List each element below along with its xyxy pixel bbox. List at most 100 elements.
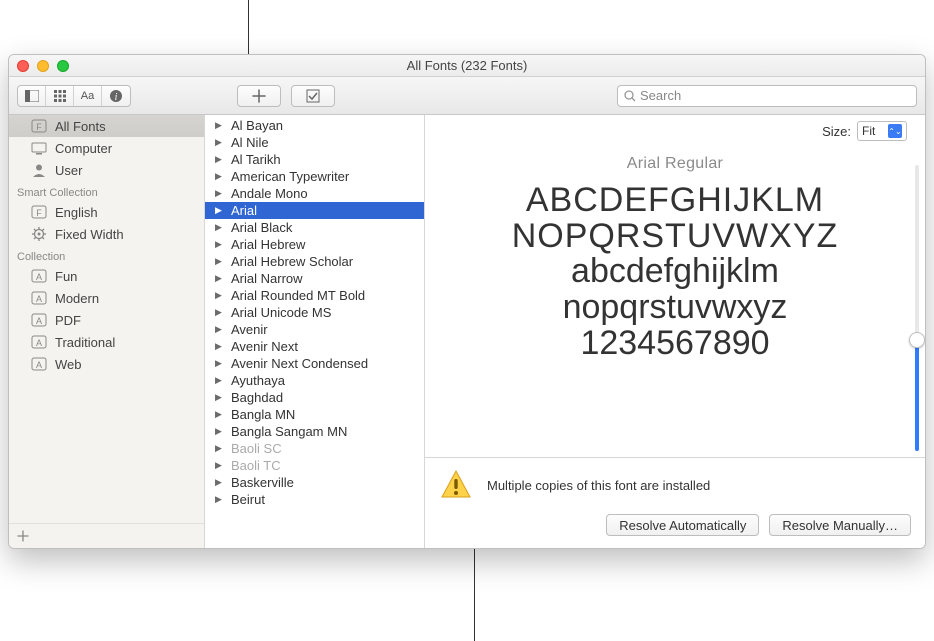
size-slider[interactable] bbox=[915, 165, 919, 451]
sidebar-item-pdf[interactable]: APDF bbox=[9, 309, 204, 331]
font-list-row[interactable]: ▶ Bangla Sangam MN bbox=[205, 423, 424, 440]
sidebar-item-traditional[interactable]: A Traditional bbox=[9, 331, 204, 353]
search-placeholder: Search bbox=[640, 88, 681, 103]
font-list-row[interactable]: ▶Arial Hebrew bbox=[205, 236, 424, 253]
font-list-row[interactable]: ▶ Ayuthaya bbox=[205, 372, 424, 389]
font-list-row[interactable]: ▶Arial Narrow bbox=[205, 270, 424, 287]
font-list-row[interactable]: ▶Arial Black bbox=[205, 219, 424, 236]
svg-text:A: A bbox=[36, 294, 42, 304]
resolve-automatically-button[interactable]: Resolve Automatically bbox=[606, 514, 759, 536]
font-list[interactable]: ▶ Al Bayan▶Al Nile▶Al Tarikh▶American Typ… bbox=[205, 115, 425, 548]
add-fonts-button[interactable] bbox=[237, 85, 281, 107]
font-family-name: Avenir Next Condensed bbox=[231, 356, 368, 371]
sidebar-item-label: Computer bbox=[55, 141, 112, 156]
disclosure-triangle-icon[interactable]: ▶ bbox=[215, 477, 225, 488]
disclosure-triangle-icon[interactable]: ▶ bbox=[215, 358, 225, 369]
sidebar-item-fixed-width[interactable]: Fixed Width bbox=[9, 223, 204, 245]
disclosure-triangle-icon[interactable]: ▶ bbox=[215, 443, 225, 454]
disclosure-triangle-icon[interactable]: ▶ bbox=[215, 171, 225, 182]
traffic-lights bbox=[17, 60, 69, 72]
disclosure-triangle-icon[interactable]: ▶ bbox=[215, 137, 225, 148]
disclosure-triangle-icon[interactable]: ▶ bbox=[215, 324, 225, 335]
font-list-row[interactable]: ▶Beirut bbox=[205, 491, 424, 508]
warning-message: Multiple copies of this font are install… bbox=[487, 478, 710, 493]
minimize-window-button[interactable] bbox=[37, 60, 49, 72]
smart-collection-header: Smart Collection bbox=[9, 181, 204, 201]
size-slider-knob[interactable] bbox=[909, 332, 925, 348]
font-family-name: Arial bbox=[231, 203, 257, 218]
chevron-updown-icon: ⌃⌄ bbox=[888, 124, 902, 138]
font-list-row[interactable]: ▶ Avenir Next Condensed bbox=[205, 355, 424, 372]
disclosure-triangle-icon[interactable]: ▶ bbox=[215, 154, 225, 165]
font-list-row[interactable]: ▶Baoli TC bbox=[205, 457, 424, 474]
disclosure-triangle-icon[interactable]: ▶ bbox=[215, 392, 225, 403]
size-select[interactable]: Fit ⌃⌄ bbox=[857, 121, 907, 141]
sidebar-item-modern[interactable]: AModern bbox=[9, 287, 204, 309]
font-list-row[interactable]: ▶Avenir Next bbox=[205, 338, 424, 355]
computer-icon bbox=[31, 140, 47, 156]
resolve-manually-button[interactable]: Resolve Manually… bbox=[769, 514, 911, 536]
disclosure-triangle-icon[interactable]: ▶ bbox=[215, 120, 225, 131]
disclosure-triangle-icon[interactable]: ▶ bbox=[215, 290, 225, 301]
disclosure-triangle-icon[interactable]: ▶ bbox=[215, 222, 225, 233]
disclosure-triangle-icon[interactable]: ▶ bbox=[215, 256, 225, 267]
disclosure-triangle-icon[interactable]: ▶ bbox=[215, 341, 225, 352]
disclosure-triangle-icon[interactable]: ▶ bbox=[215, 375, 225, 386]
font-list-row[interactable]: ▶ Al Bayan bbox=[205, 117, 424, 134]
font-list-row[interactable]: ▶Baskerville bbox=[205, 474, 424, 491]
disclosure-triangle-icon[interactable]: ▶ bbox=[215, 205, 225, 216]
sidebar-item-label: Fixed Width bbox=[55, 227, 124, 242]
disclosure-triangle-icon[interactable]: ▶ bbox=[215, 239, 225, 250]
font-list-row[interactable]: ▶Andale Mono bbox=[205, 185, 424, 202]
disclosure-triangle-icon[interactable]: ▶ bbox=[215, 409, 225, 420]
disclosure-triangle-icon[interactable]: ▶ bbox=[215, 460, 225, 471]
disclosure-triangle-icon[interactable]: ▶ bbox=[215, 307, 225, 318]
font-family-name: Bangla Sangam MN bbox=[231, 424, 347, 439]
sidebar-item-label: Traditional bbox=[55, 335, 115, 350]
sidebar-item-all-fonts[interactable]: F All Fonts bbox=[9, 115, 204, 137]
zoom-window-button[interactable] bbox=[57, 60, 69, 72]
duplicate-warning-panel: Multiple copies of this font are install… bbox=[425, 457, 925, 548]
font-family-name: Ayuthaya bbox=[231, 373, 285, 388]
svg-text:A: A bbox=[36, 338, 42, 348]
font-list-row[interactable]: ▶American Typewriter bbox=[205, 168, 424, 185]
disclosure-triangle-icon[interactable]: ▶ bbox=[215, 188, 225, 199]
font-list-row[interactable]: ▶Al Nile bbox=[205, 134, 424, 151]
svg-text:F: F bbox=[36, 122, 42, 132]
font-list-row[interactable]: ▶Al Tarikh bbox=[205, 151, 424, 168]
sample-upper-2: NOPQRSTUVWXYZ bbox=[443, 219, 907, 255]
font-family-name: Al Bayan bbox=[231, 118, 283, 133]
sample-view-button[interactable]: Aa bbox=[74, 86, 102, 106]
sidebar-item-user[interactable]: User bbox=[9, 159, 204, 181]
enable-font-button[interactable] bbox=[291, 85, 335, 107]
sidebar-item-english[interactable]: FEnglish bbox=[9, 201, 204, 223]
font-list-row[interactable]: ▶Avenir bbox=[205, 321, 424, 338]
search-field[interactable]: Search bbox=[617, 85, 917, 107]
A-icon: A bbox=[31, 334, 47, 350]
font-list-row[interactable]: ▶ Arial bbox=[205, 202, 424, 219]
add-collection-button[interactable] bbox=[9, 523, 204, 548]
titlebar: All Fonts (232 Fonts) bbox=[9, 55, 925, 77]
grid-view-button[interactable] bbox=[46, 86, 74, 106]
font-list-row[interactable]: ▶Arial Hebrew Scholar bbox=[205, 253, 424, 270]
body: FAll FontsComputerUser Smart Collection … bbox=[9, 115, 925, 548]
disclosure-triangle-icon[interactable]: ▶ bbox=[215, 273, 225, 284]
close-window-button[interactable] bbox=[17, 60, 29, 72]
sidebar-item-label: Fun bbox=[55, 269, 77, 284]
disclosure-triangle-icon[interactable]: ▶ bbox=[215, 426, 225, 437]
sidebar-item-fun[interactable]: AFun bbox=[9, 265, 204, 287]
sidebar-item-web[interactable]: AWeb bbox=[9, 353, 204, 375]
info-view-button[interactable]: i bbox=[102, 86, 130, 106]
font-list-row[interactable]: ▶Baghdad bbox=[205, 389, 424, 406]
sidebar-item-label: All Fonts bbox=[55, 119, 106, 134]
font-list-row[interactable]: ▶Bangla MN bbox=[205, 406, 424, 423]
sidebar-toggle-button[interactable] bbox=[18, 86, 46, 106]
font-list-row[interactable]: ▶Baoli SC bbox=[205, 440, 424, 457]
svg-text:A: A bbox=[36, 360, 42, 370]
sidebar-item-label: English bbox=[55, 205, 98, 220]
sample-upper-1: ABCDEFGHIJKLM bbox=[443, 183, 907, 219]
font-list-row[interactable]: ▶Arial Rounded MT Bold bbox=[205, 287, 424, 304]
sidebar-item-computer[interactable]: Computer bbox=[9, 137, 204, 159]
font-list-row[interactable]: ▶Arial Unicode MS bbox=[205, 304, 424, 321]
disclosure-triangle-icon[interactable]: ▶ bbox=[215, 494, 225, 505]
